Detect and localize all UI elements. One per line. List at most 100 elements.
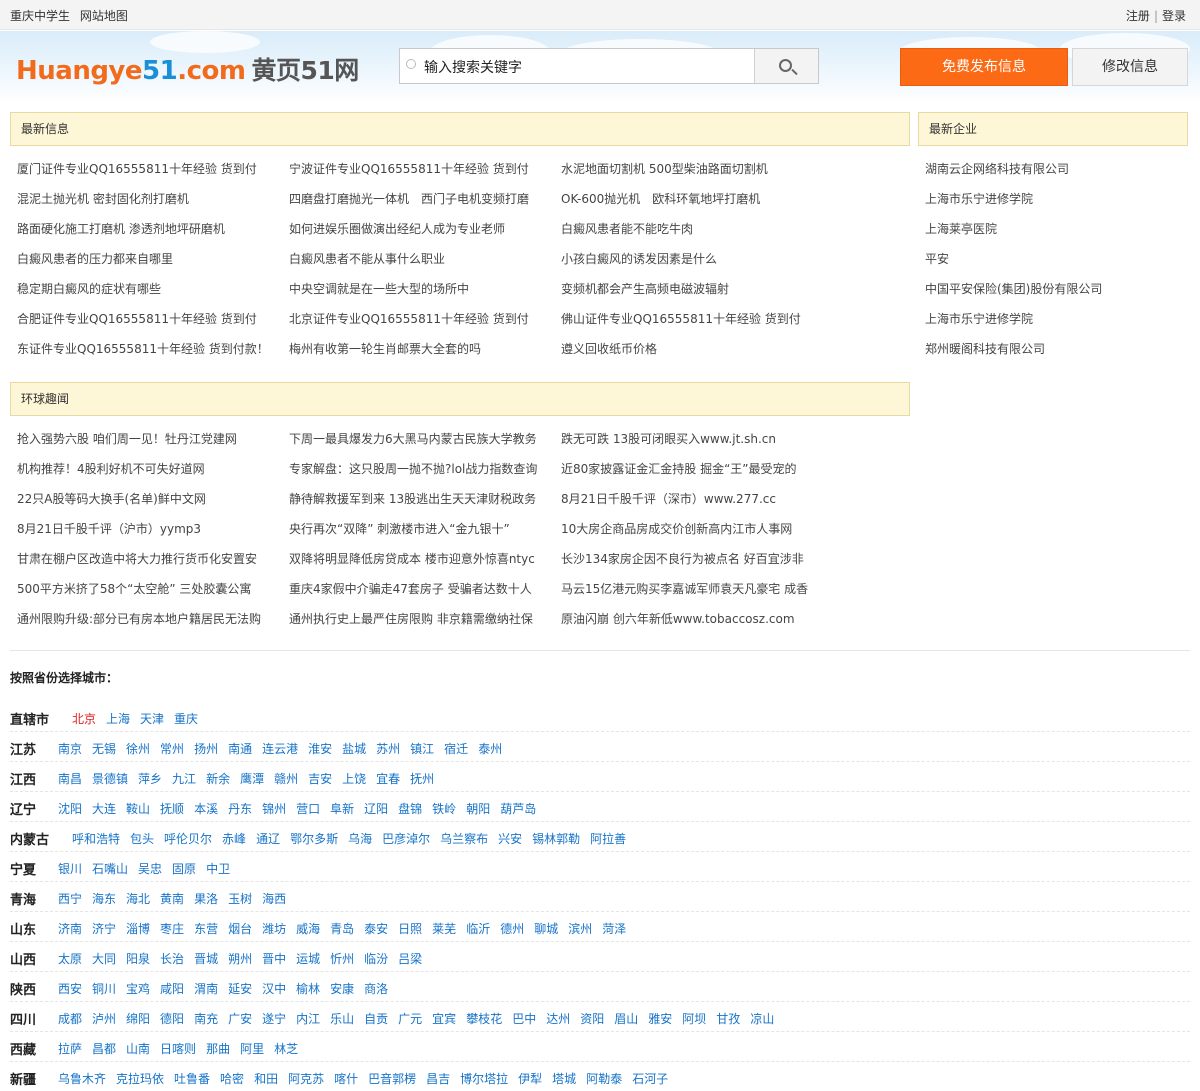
city-link[interactable]: 银川 (58, 862, 82, 876)
city-link[interactable]: 无锡 (92, 742, 116, 756)
city-link[interactable]: 通辽 (256, 832, 280, 846)
city-link[interactable]: 济宁 (92, 922, 116, 936)
city-link[interactable]: 延安 (228, 982, 252, 996)
city-link[interactable]: 朝阳 (466, 802, 490, 816)
city-link[interactable]: 营口 (296, 802, 320, 816)
city-link[interactable]: 鄂尔多斯 (290, 832, 338, 846)
city-link[interactable]: 长治 (160, 952, 184, 966)
city-link[interactable]: 朔州 (228, 952, 252, 966)
news-link[interactable]: 通州限购升级:部分已有房本地户籍居民无法购 (17, 604, 282, 634)
city-link[interactable]: 吉安 (308, 772, 332, 786)
city-link[interactable]: 喀什 (334, 1072, 358, 1086)
city-link[interactable]: 克拉玛依 (116, 1072, 164, 1086)
city-link[interactable]: 吕梁 (398, 952, 422, 966)
city-link[interactable]: 上饶 (342, 772, 366, 786)
city-link[interactable]: 山南 (126, 1042, 150, 1056)
city-link[interactable]: 赣州 (274, 772, 298, 786)
city-link[interactable]: 林芝 (274, 1042, 298, 1056)
company-link[interactable]: 上海市乐宁进修学院 (925, 184, 1185, 214)
news-link[interactable]: 马云15亿港元购买李嘉诚军师袁天凡豪宅 成香 (561, 574, 826, 604)
city-link[interactable]: 广安 (228, 1012, 252, 1026)
city-link[interactable]: 北京 (72, 712, 96, 726)
city-link[interactable]: 海东 (92, 892, 116, 906)
city-link[interactable]: 天津 (140, 712, 164, 726)
city-link[interactable]: 伊犁 (518, 1072, 542, 1086)
city-link[interactable]: 呼和浩特 (72, 832, 120, 846)
city-link[interactable]: 博尔塔拉 (460, 1072, 508, 1086)
city-link[interactable]: 那曲 (206, 1042, 230, 1056)
sitemap-link[interactable]: 网站地图 (80, 9, 128, 23)
city-link[interactable]: 和田 (254, 1072, 278, 1086)
city-link[interactable]: 乐山 (330, 1012, 354, 1026)
site-logo[interactable]: Huangye51.com 黄页51网 (16, 51, 359, 87)
city-link[interactable]: 抚顺 (160, 802, 184, 816)
city-link[interactable]: 上海 (106, 712, 130, 726)
city-link[interactable]: 宜宾 (432, 1012, 456, 1026)
city-link[interactable]: 潍坊 (262, 922, 286, 936)
city-link[interactable]: 临汾 (364, 952, 388, 966)
city-link[interactable]: 咸阳 (160, 982, 184, 996)
city-link[interactable]: 乌鲁木齐 (58, 1072, 106, 1086)
city-link[interactable]: 玉树 (228, 892, 252, 906)
latest-info-link[interactable]: 中央空调就是在一些大型的场所中 (289, 274, 554, 304)
latest-info-link[interactable]: 如何进娱乐圈做演出经纪人成为专业老师 (289, 214, 554, 244)
city-link[interactable]: 塔城 (552, 1072, 576, 1086)
city-link[interactable]: 海西 (262, 892, 286, 906)
city-link[interactable]: 汉中 (262, 982, 286, 996)
latest-info-link[interactable]: 梅州有收第一轮生肖邮票大全套的吗 (289, 334, 554, 364)
news-link[interactable]: 500平方米挤了58个“太空舱” 三处胶囊公寓 (17, 574, 282, 604)
city-link[interactable]: 九江 (172, 772, 196, 786)
city-link[interactable]: 南京 (58, 742, 82, 756)
city-link[interactable]: 日喀则 (160, 1042, 196, 1056)
modify-info-button[interactable]: 修改信息 (1072, 48, 1188, 86)
city-link[interactable]: 榆林 (296, 982, 320, 996)
city-link[interactable]: 乌兰察布 (440, 832, 488, 846)
city-link[interactable]: 威海 (296, 922, 320, 936)
latest-info-link[interactable]: 路面硬化施工打磨机 渗透剂地坪研磨机 (17, 214, 282, 244)
company-link[interactable]: 郑州暖阁科技有限公司 (925, 334, 1185, 364)
city-link[interactable]: 徐州 (126, 742, 150, 756)
city-link[interactable]: 德州 (500, 922, 524, 936)
search-button[interactable] (754, 49, 818, 83)
city-link[interactable]: 新余 (206, 772, 230, 786)
city-link[interactable]: 广元 (398, 1012, 422, 1026)
news-link[interactable]: 央行再次“双降” 刺激楼市进入“金九银十” (289, 514, 554, 544)
city-link[interactable]: 石嘴山 (92, 862, 128, 876)
company-link[interactable]: 湖南云企网络科技有限公司 (925, 154, 1185, 184)
city-link[interactable]: 昌吉 (426, 1072, 450, 1086)
city-link[interactable]: 雅安 (648, 1012, 672, 1026)
city-link[interactable]: 大同 (92, 952, 116, 966)
city-link[interactable]: 商洛 (364, 982, 388, 996)
login-link[interactable]: 登录 (1162, 9, 1186, 23)
news-link[interactable]: 跌无可跌 13股可闭眼买入www.jt.sh.cn (561, 424, 826, 454)
city-link[interactable]: 渭南 (194, 982, 218, 996)
latest-info-link[interactable]: 小孩白癜风的诱发因素是什么 (561, 244, 826, 274)
latest-info-link[interactable]: 混泥土抛光机 密封固化剂打磨机 (17, 184, 282, 214)
news-link[interactable]: 甘肃在棚户区改造中将大力推行货币化安置安 (17, 544, 282, 574)
news-link[interactable]: 10大房企商品房成交价创新高内江市人事网 (561, 514, 826, 544)
city-link[interactable]: 宜春 (376, 772, 400, 786)
city-link[interactable]: 泰安 (364, 922, 388, 936)
city-link[interactable]: 遂宁 (262, 1012, 286, 1026)
city-link[interactable]: 自贡 (364, 1012, 388, 1026)
latest-info-link[interactable]: 遵义回收纸币价格 (561, 334, 826, 364)
city-link[interactable]: 济南 (58, 922, 82, 936)
latest-info-link[interactable]: 北京证件专业QQ16555811十年经验 货到付 (289, 304, 554, 334)
city-link[interactable]: 滨州 (568, 922, 592, 936)
city-link[interactable]: 泸州 (92, 1012, 116, 1026)
city-link[interactable]: 绵阳 (126, 1012, 150, 1026)
city-link[interactable]: 本溪 (194, 802, 218, 816)
city-link[interactable]: 铁岭 (432, 802, 456, 816)
news-link[interactable]: 通州执行史上最严住房限购 非京籍需缴纳社保 (289, 604, 554, 634)
city-link[interactable]: 抚州 (410, 772, 434, 786)
city-link[interactable]: 阿坝 (682, 1012, 706, 1026)
latest-info-link[interactable]: OK-600抛光机 欧科环氧地坪打磨机 (561, 184, 826, 214)
city-link[interactable]: 淄博 (126, 922, 150, 936)
city-link[interactable]: 泰州 (478, 742, 502, 756)
city-link[interactable]: 东营 (194, 922, 218, 936)
city-link[interactable]: 苏州 (376, 742, 400, 756)
news-link[interactable]: 静待解救援军到来 13股逃出生天天津财税政务 (289, 484, 554, 514)
city-link[interactable]: 丹东 (228, 802, 252, 816)
city-link[interactable]: 巴音郭楞 (368, 1072, 416, 1086)
city-link[interactable]: 盐城 (342, 742, 366, 756)
